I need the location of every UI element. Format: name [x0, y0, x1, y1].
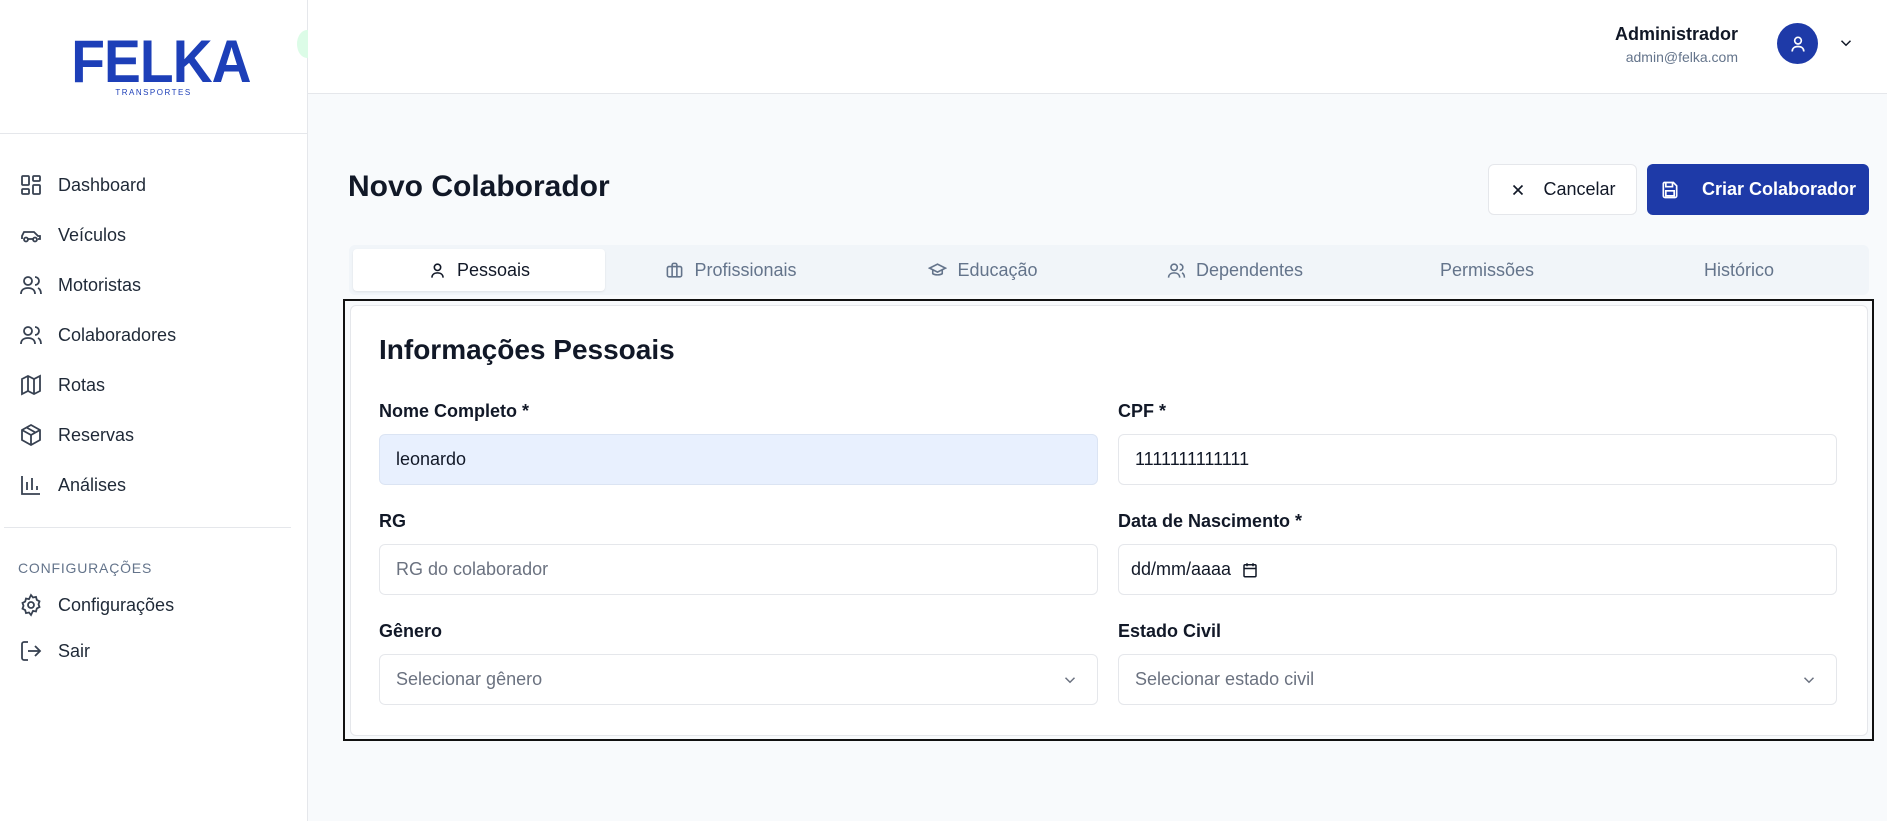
user-name: Administrador: [1614, 24, 1738, 44]
sidebar-item-label: Reservas: [58, 424, 135, 445]
car-icon: [21, 231, 41, 243]
sidebar-nav: Dashboard Veículos Motoristas Colaborado…: [0, 134, 307, 510]
sidebar-item-label: Motoristas: [58, 274, 142, 295]
tab-label: Profissionais: [694, 259, 797, 280]
sidebar-section-title: CONFIGURAÇÕES: [18, 560, 153, 576]
cancel-label: Cancelar: [1543, 179, 1616, 199]
save-icon: [1662, 181, 1678, 198]
briefcase-icon: [667, 262, 683, 278]
sidebar-item-sair[interactable]: Sair: [0, 628, 307, 674]
nascimento-label: Data de Nascimento *: [1118, 511, 1303, 531]
sidebar-item-label: Colaboradores: [58, 324, 177, 345]
sidebar-divider: [4, 527, 291, 528]
sidebar-item-reservas[interactable]: Reservas: [0, 410, 307, 460]
rg-placeholder: RG do colaborador: [396, 559, 549, 579]
close-icon: [1513, 184, 1524, 195]
page-title: Novo Colaborador: [348, 170, 610, 203]
sidebar-item-label: Configurações: [58, 594, 175, 615]
estado-civil-select[interactable]: Selecionar estado civil: [1118, 654, 1837, 705]
logo-subtitle: TRANSPORTES: [115, 87, 192, 97]
package-icon: [21, 423, 41, 447]
felka-logo[interactable]: FELKA TRANSPORTES: [64, 27, 251, 102]
tab-label: Permissões: [1439, 259, 1535, 280]
tab-label: Dependentes: [1195, 259, 1304, 280]
create-label: Criar Colaborador: [1701, 179, 1857, 199]
sidebar-item-motoristas[interactable]: Motoristas: [0, 260, 307, 310]
sidebar-item-label: Análises: [58, 474, 127, 495]
sidebar-item-label: Sair: [58, 640, 91, 661]
data-nascimento-input[interactable]: dd/mm/aaaa: [1118, 544, 1837, 595]
sidebar-item-label: Veículos: [58, 224, 127, 245]
tab-historico[interactable]: Histórico: [1613, 249, 1865, 291]
nome-completo-input[interactable]: leonardo: [379, 434, 1098, 485]
map-icon: [21, 374, 41, 396]
tab-label: Pessoais: [456, 259, 531, 280]
tab-profissionais[interactable]: Profissionais: [605, 249, 857, 291]
users-icon: [20, 276, 42, 295]
chevron-down-icon: [1064, 677, 1076, 684]
tab-permissoes[interactable]: Permissões: [1361, 249, 1613, 291]
tab-label: Educação: [957, 259, 1038, 280]
logo-title: FELKA: [70, 27, 251, 95]
genero-select[interactable]: Selecionar gênero: [379, 654, 1098, 705]
sidebar: FELKA TRANSPORTES Dashboard Veículos Mot…: [0, 0, 308, 821]
sidebar-item-veiculos[interactable]: Veículos: [0, 210, 307, 260]
dashboard-icon: [21, 175, 41, 195]
sidebar-item-analises[interactable]: Análises: [0, 460, 307, 510]
avatar[interactable]: [1777, 23, 1818, 64]
cpf-input[interactable]: 1111111111111: [1118, 434, 1837, 485]
cpf-label: CPF *: [1118, 401, 1167, 421]
sidebar-item-dashboard[interactable]: Dashboard: [0, 160, 307, 210]
estado-civil-label: Estado Civil: [1118, 621, 1222, 641]
users-icon: [1167, 262, 1186, 278]
nome-label: Nome Completo *: [379, 401, 530, 421]
user-icon: [431, 262, 444, 278]
users-icon: [20, 326, 42, 345]
cancel-button[interactable]: Cancelar: [1488, 164, 1637, 215]
tab-label: Histórico: [1703, 259, 1774, 280]
rg-input[interactable]: RG do colaborador: [379, 544, 1098, 595]
estado-civil-placeholder: Selecionar estado civil: [1135, 669, 1315, 689]
sidebar-item-label: Dashboard: [58, 174, 147, 195]
sidebar-item-colaboradores[interactable]: Colaboradores: [0, 310, 307, 360]
nascimento-placeholder: dd/mm/aaaa: [1131, 559, 1232, 579]
logout-icon: [21, 641, 42, 661]
tab-dependentes[interactable]: Dependentes: [1109, 249, 1361, 291]
genero-placeholder: Selecionar gênero: [396, 669, 543, 689]
user-email: admin@felka.com: [1625, 49, 1738, 65]
sidebar-item-rotas[interactable]: Rotas: [0, 360, 307, 410]
graduation-cap-icon: [928, 262, 948, 276]
user-icon: [1790, 36, 1805, 52]
tabs: Pessoais Profissionais Educação Dependen…: [349, 245, 1869, 295]
tab-pessoais[interactable]: Pessoais: [353, 249, 605, 291]
sidebar-item-label: Rotas: [58, 374, 106, 395]
chevron-down-icon: [1803, 677, 1815, 684]
logo-area: FELKA TRANSPORTES: [0, 0, 307, 134]
sidebar-item-configuracoes[interactable]: Configurações: [0, 582, 307, 628]
chevron-down-icon[interactable]: [1837, 34, 1855, 52]
rg-label: RG: [379, 511, 406, 531]
topbar: Administrador admin@felka.com: [308, 0, 1887, 94]
cpf-value: 1111111111111: [1135, 449, 1250, 469]
section-title: Informações Pessoais: [379, 334, 675, 365]
gear-icon: [21, 593, 41, 617]
genero-label: Gênero: [379, 621, 443, 641]
nome-value: leonardo: [396, 449, 467, 469]
create-colaborador-button[interactable]: Criar Colaborador: [1647, 164, 1869, 215]
bar-chart-icon: [21, 476, 40, 495]
tab-educacao[interactable]: Educação: [857, 249, 1109, 291]
calendar-icon[interactable]: [1241, 561, 1259, 579]
